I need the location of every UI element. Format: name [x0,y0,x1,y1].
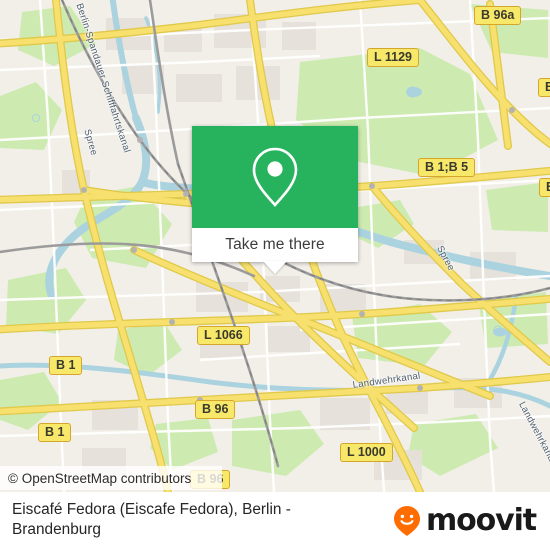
road-shield: B 1 [38,423,72,442]
map-attribution: © OpenStreetMap contributors [0,466,222,490]
poi-callout-pointer [263,261,287,274]
poi-card-action[interactable]: Take me there [192,228,358,262]
road-shield: B 96a [474,6,522,25]
take-me-there-label: Take me there [225,236,325,253]
moovit-logo[interactable]: moovit [392,503,537,538]
road-shield: B 96 [195,400,236,419]
place-title: Eiscafé Fedora (Eiscafe Fedora), Berlin … [12,501,291,538]
road-shield: B 1 [539,178,550,197]
poi-card-header [192,126,358,228]
road-shield: B 1 [49,356,83,375]
map-screenshot: B 96a L 1129 B 1;B 5 B B 1 L 1066 B 1 B … [0,0,550,550]
footer-bar: Eiscafé Fedora (Eiscafe Fedora), Berlin … [0,492,550,550]
map-canvas[interactable]: B 96a L 1129 B 1;B 5 B B 1 L 1066 B 1 B … [0,0,550,492]
attribution-text: © OpenStreetMap contributors [8,470,192,486]
road-shield: L 1066 [197,326,250,345]
poi-callout-card[interactable]: Take me there [192,126,358,262]
road-shield: B [538,78,550,97]
road-shield: L 1000 [340,443,393,462]
road-shield: L 1129 [367,48,420,67]
road-shield: B 1;B 5 [418,158,476,177]
map-pin-icon [252,147,298,207]
moovit-pin-smiley-icon [393,506,420,536]
moovit-wordmark: moovit [425,503,537,538]
